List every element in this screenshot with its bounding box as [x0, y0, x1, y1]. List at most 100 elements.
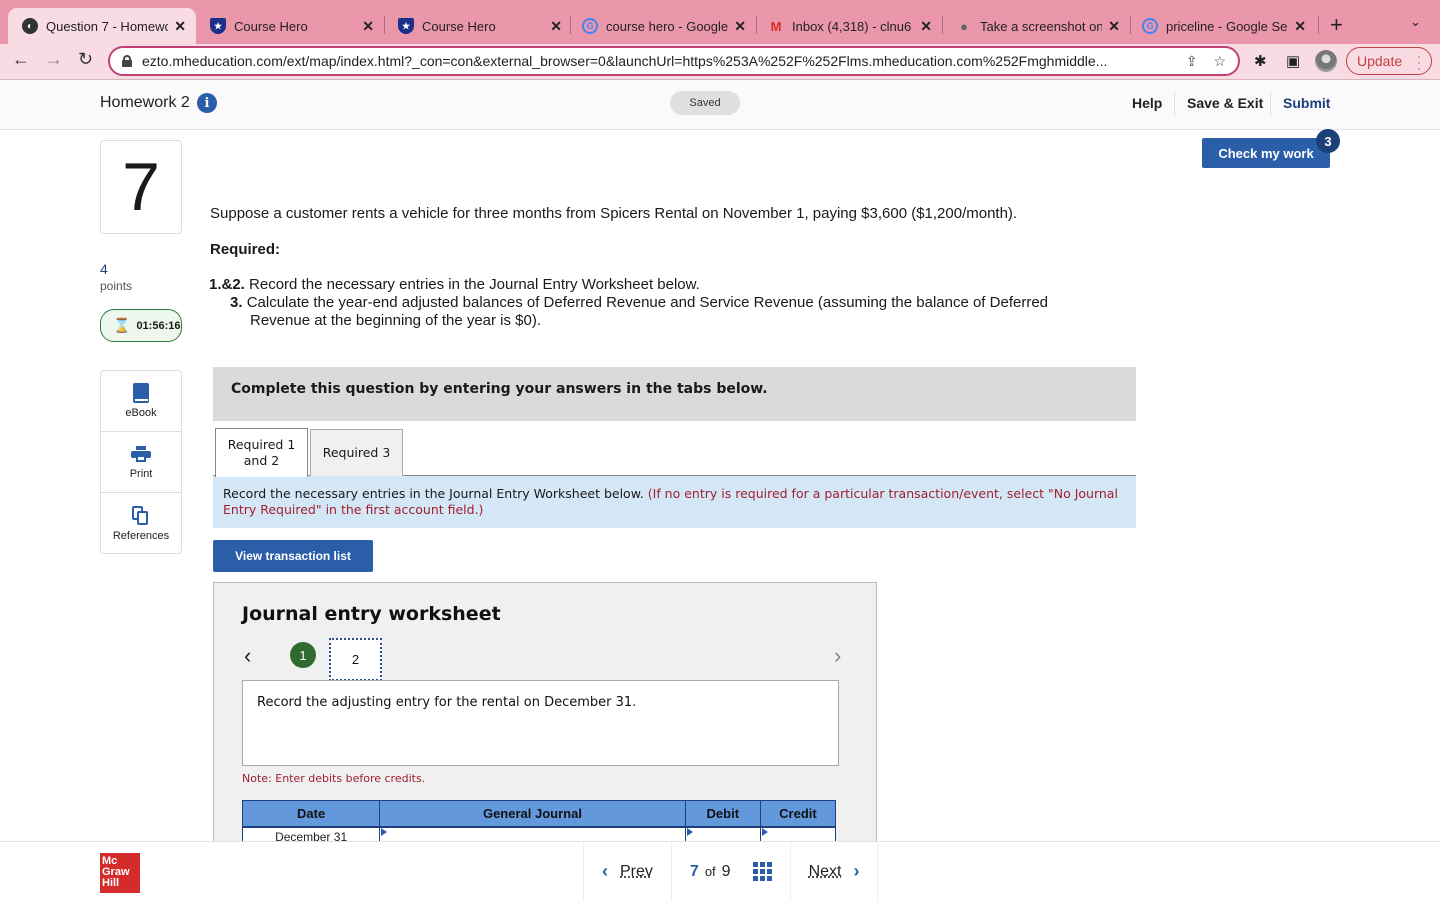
side-tools-panel: eBook Print References	[100, 370, 182, 554]
requirement-1-2: 1.&2. Record the necessary entries in th…	[209, 276, 700, 293]
worksheet-note: Note: Enter debits before credits.	[242, 772, 426, 785]
share-icon[interactable]: ⇪	[1186, 53, 1198, 70]
table-row: December 31	[241, 826, 837, 842]
close-tab-icon[interactable]: ✕	[174, 18, 186, 35]
question-number: 7	[100, 140, 182, 234]
view-transaction-list-button[interactable]: View transaction list	[213, 540, 373, 572]
references-button[interactable]: References	[101, 493, 181, 554]
credit-input-cell[interactable]	[759, 826, 837, 842]
back-arrow-icon[interactable]: ←	[12, 49, 30, 70]
points-value: 4	[100, 261, 108, 277]
saved-status-badge: Saved	[670, 91, 740, 115]
worksheet-next-chevron-icon[interactable]: ›	[834, 643, 841, 669]
tab-required-3[interactable]: Required 3	[310, 429, 403, 476]
bookmark-star-icon[interactable]: ☆	[1213, 53, 1226, 70]
address-bar[interactable]: ezto.mheducation.com/ext/map/index.html?…	[108, 46, 1240, 76]
ebook-button[interactable]: eBook	[101, 371, 181, 432]
lock-icon	[122, 55, 132, 67]
input-indicator-icon	[686, 827, 693, 836]
extensions-puzzle-icon[interactable]: ✱	[1254, 52, 1267, 70]
browser-toolbar: ← → ↻ ezto.mheducation.com/ext/map/index…	[0, 44, 1440, 80]
reload-icon[interactable]: ↻	[78, 49, 93, 70]
browser-tab-google-course-hero[interactable]: G course hero - Google ✕	[568, 8, 756, 44]
close-tab-icon[interactable]: ✕	[1108, 18, 1120, 35]
answer-tabs: Required 1 and 2 Required 3	[213, 428, 1136, 477]
new-tab-button[interactable]: +	[1330, 12, 1343, 38]
gmail-icon: M	[770, 18, 782, 34]
more-menu-icon[interactable]: · · ·	[1417, 50, 1421, 74]
timer-badge: ⌛ 01:56:16	[100, 309, 182, 342]
timer-value: 01:56:16	[136, 319, 181, 332]
header-divider	[1174, 92, 1175, 116]
checks-remaining-badge: 3	[1316, 129, 1340, 153]
forward-arrow-icon[interactable]: →	[45, 49, 63, 70]
course-hero-shield-icon: ★	[210, 18, 226, 34]
assignment-title: Homework 2	[100, 94, 190, 111]
google-icon: G	[1142, 18, 1158, 34]
close-tab-icon[interactable]: ✕	[920, 18, 932, 35]
browser-tab-question-7[interactable]: ◐ Question 7 - Homewo ✕	[8, 8, 196, 44]
required-heading: Required:	[210, 241, 281, 258]
journal-table: Date General Journal Debit Credit Decemb…	[241, 800, 837, 842]
update-button[interactable]: Update · · ·	[1346, 47, 1432, 75]
instructions-banner: Complete this question by entering your …	[213, 367, 1136, 421]
column-header-credit: Credit	[759, 800, 837, 828]
browser-tab-apple-screenshot[interactable]: ● Take a screenshot on ✕	[942, 8, 1130, 44]
journal-entry-worksheet: Journal entry worksheet ‹ 1 2 › Record t…	[213, 582, 877, 842]
course-hero-shield-icon: ★	[398, 18, 414, 34]
worksheet-prev-chevron-icon[interactable]: ‹	[244, 643, 251, 669]
worksheet-title: Journal entry worksheet	[242, 603, 501, 625]
profile-avatar[interactable]	[1315, 50, 1337, 72]
submit-link[interactable]: Submit	[1283, 95, 1330, 111]
side-panel-icon[interactable]: ▣	[1286, 52, 1300, 70]
url-text[interactable]: ezto.mheducation.com/ext/map/index.html?…	[142, 53, 1170, 69]
worksheet-description: Record the adjusting entry for the renta…	[242, 680, 839, 766]
close-tab-icon[interactable]: ✕	[734, 18, 746, 35]
tab-required-1-and-2[interactable]: Required 1 and 2	[215, 428, 308, 477]
assignment-header: Homework 2 i Saved Help Save & Exit Subm…	[0, 80, 1440, 130]
next-button[interactable]: Next ›	[789, 842, 879, 901]
dropdown-indicator-icon	[381, 827, 388, 836]
debit-input-cell[interactable]	[684, 826, 761, 842]
requirement-3: 3. Calculate the year-end adjusted balan…	[230, 294, 1049, 311]
question-pager: ‹ Prev 7 of 9 Next ›	[583, 842, 879, 901]
browser-tab-course-hero-1[interactable]: ★ Course Hero ✕	[196, 8, 384, 44]
info-icon[interactable]: i	[197, 93, 217, 113]
browser-tab-gmail-inbox[interactable]: M Inbox (4,318) - clnu6 ✕	[754, 8, 942, 44]
header-divider	[1270, 92, 1271, 116]
worksheet-step-2[interactable]: 2	[329, 638, 382, 681]
input-indicator-icon	[761, 827, 768, 836]
help-link[interactable]: Help	[1132, 95, 1162, 111]
column-header-date: Date	[241, 800, 381, 828]
browser-tab-bar: ◐ Question 7 - Homewo ✕ ★ Course Hero ✕ …	[0, 0, 1440, 44]
print-button[interactable]: Print	[101, 432, 181, 493]
references-icon	[132, 505, 150, 526]
chevron-left-icon: ‹	[602, 861, 608, 881]
date-cell: December 31	[241, 826, 381, 842]
tab-search-chevron-icon[interactable]: ⌄	[1410, 14, 1421, 30]
globe-icon: ◐	[22, 18, 38, 34]
browser-tab-course-hero-2[interactable]: ★ Course Hero ✕	[384, 8, 572, 44]
printer-icon	[131, 446, 151, 462]
check-my-work-button[interactable]: Check my work	[1202, 138, 1330, 168]
question-grid-icon[interactable]	[752, 862, 772, 881]
close-tab-icon[interactable]: ✕	[362, 18, 374, 35]
apple-icon: ●	[960, 18, 968, 34]
browser-tab-google-priceline[interactable]: G priceline - Google Se ✕	[1128, 8, 1316, 44]
book-icon	[133, 383, 149, 403]
close-tab-icon[interactable]: ✕	[550, 18, 562, 35]
close-tab-icon[interactable]: ✕	[1294, 18, 1306, 35]
chevron-right-icon: ›	[853, 861, 860, 881]
column-header-debit: Debit	[684, 800, 761, 828]
hourglass-icon: ⌛	[113, 317, 131, 333]
account-select-cell[interactable]	[379, 826, 686, 842]
tab-separator	[1318, 16, 1319, 34]
worksheet-step-1[interactable]: 1	[290, 642, 316, 668]
requirement-3-continued: Revenue at the beginning of the year is …	[250, 312, 542, 329]
prev-button[interactable]: ‹ Prev	[583, 842, 671, 901]
column-header-general-journal: General Journal	[379, 800, 686, 828]
question-text: Suppose a customer rents a vehicle for t…	[210, 205, 1018, 222]
google-icon: G	[582, 18, 598, 34]
save-exit-link[interactable]: Save & Exit	[1187, 95, 1263, 111]
mcgraw-hill-logo: Mc Graw Hill	[100, 853, 140, 893]
